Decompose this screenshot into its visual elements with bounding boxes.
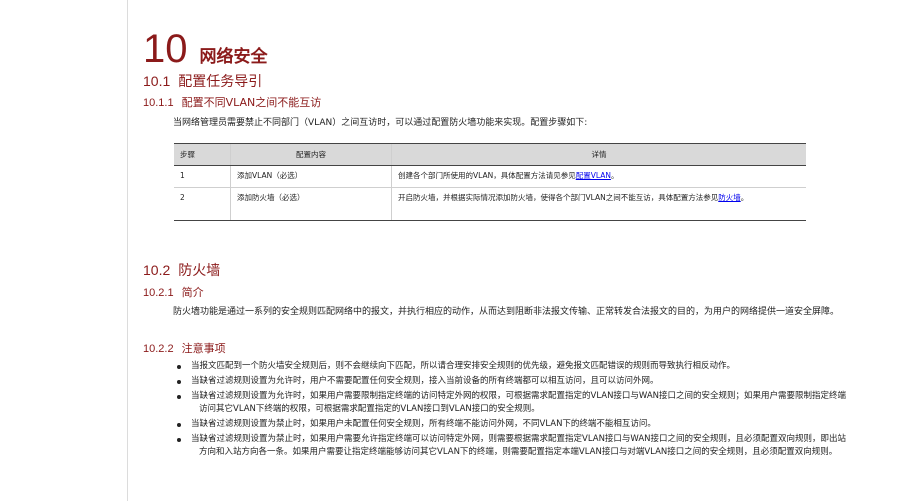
subsection-number: 10.2.2: [143, 343, 174, 355]
table-cell-detail: 创建各个部门所使用的VLAN，具体配置方法请见参见配置VLAN。: [391, 165, 806, 188]
intro-body-paragraph: 防火墙功能是通过一系列的安全规则匹配网络中的报文，并执行相应的动作，从而达到阻断…: [173, 307, 840, 317]
chapter-heading: 10 网络安全: [143, 26, 268, 72]
firewall-link[interactable]: 防火墙: [718, 193, 741, 202]
detail-text: 开启防火墙，并根据实际情况添加防火墙，使得各个部门VLAN之间不能互访，具体配置…: [398, 193, 719, 202]
table-header-row: 步骤 配置内容 详情: [174, 143, 806, 166]
bullet-icon: [177, 423, 181, 427]
vlan-config-link[interactable]: 配置VLAN: [576, 171, 611, 180]
table-cell-detail: 开启防火墙，并根据实际情况添加防火墙，使得各个部门VLAN之间不能互访，具体配置…: [391, 187, 806, 221]
list-item: 当缺省过滤规则设置为禁止时，如果用户未配置任何安全规则，所有终端不能访问外网，不…: [173, 418, 853, 431]
note-text: 当缺省过滤规则设置为禁止时，如果用户需要允许指定终端可以访问特定外网，则需要根据…: [191, 434, 847, 457]
detail-tail: 。: [610, 171, 619, 180]
note-text: 当缺省过滤规则设置为允许时，用户不需要配置任何安全规则，接入当前设备的所有终端都…: [191, 376, 659, 386]
section-heading-10-2: 10.2 防火墙: [143, 261, 220, 280]
subsection-heading-10-2-2: 10.2.2 注意事项: [143, 342, 226, 356]
table-header-content: 配置内容: [230, 143, 392, 166]
subsection-heading-10-1-1: 10.1.1 配置不同VLAN之间不能互访: [143, 96, 321, 110]
bullet-icon: [177, 365, 181, 369]
intro-paragraph: 当网络管理员需要禁止不同部门（VLAN）之间互访时，可以通过配置防火墙功能来实现…: [173, 118, 588, 128]
left-margin-panel: [0, 0, 128, 501]
notes-list: 当报文匹配到一个防火墙安全规则后，则不会继续向下匹配，所以请合理安排安全规则的优…: [173, 360, 853, 461]
table-cell-content: 添加VLAN（必选）: [230, 165, 392, 188]
subsection-number: 10.1.1: [143, 97, 174, 109]
subsection-number: 10.2.1: [143, 287, 174, 299]
section-number: 10.1: [143, 73, 171, 89]
table-cell-step: 2: [174, 187, 231, 221]
table-row: 2 添加防火墙（必选） 开启防火墙，并根据实际情况添加防火墙，使得各个部门VLA…: [174, 187, 806, 221]
table-header-detail: 详情: [391, 143, 806, 166]
section-title: 配置任务导引: [178, 74, 263, 90]
list-item: 当缺省过滤规则设置为禁止时，如果用户需要允许指定终端可以访问特定外网，则需要根据…: [173, 433, 853, 459]
section-title: 防火墙: [178, 263, 221, 279]
detail-tail: 。: [740, 193, 749, 202]
subsection-heading-10-2-1: 10.2.1 简介: [143, 286, 204, 300]
list-item: 当缺省过滤规则设置为允许时，用户不需要配置任何安全规则，接入当前设备的所有终端都…: [173, 375, 853, 388]
note-text: 当缺省过滤规则设置为允许时，如果用户需要限制指定终端的访问特定外网的权限，可根据…: [191, 391, 847, 414]
chapter-number: 10: [143, 27, 188, 71]
table-cell-step: 1: [174, 165, 231, 188]
table-header-step: 步骤: [174, 143, 231, 166]
list-item: 当缺省过滤规则设置为允许时，如果用户需要限制指定终端的访问特定外网的权限，可根据…: [173, 390, 853, 416]
subsection-title: 简介: [181, 286, 204, 299]
section-number: 10.2: [143, 262, 171, 278]
table-cell-content: 添加防火墙（必选）: [230, 187, 392, 221]
config-steps-table: 步骤 配置内容 详情 1 添加VLAN（必选） 创建各个部门所使用的VLAN，具…: [174, 143, 806, 221]
note-text: 当报文匹配到一个防火墙安全规则后，则不会继续向下匹配，所以请合理安排安全规则的优…: [191, 361, 736, 371]
detail-text: 创建各个部门所使用的VLAN，具体配置方法请见参见: [398, 171, 576, 180]
chapter-title: 网络安全: [199, 47, 268, 67]
subsection-title: 注意事项: [181, 342, 226, 355]
bullet-icon: [177, 380, 181, 384]
section-heading-10-1: 10.1 配置任务导引: [143, 72, 262, 91]
subsection-title: 配置不同VLAN之间不能互访: [181, 96, 322, 109]
bullet-icon: [177, 438, 181, 442]
bullet-icon: [177, 395, 181, 399]
table-row: 1 添加VLAN（必选） 创建各个部门所使用的VLAN，具体配置方法请见参见配置…: [174, 165, 806, 188]
list-item: 当报文匹配到一个防火墙安全规则后，则不会继续向下匹配，所以请合理安排安全规则的优…: [173, 360, 853, 373]
note-text: 当缺省过滤规则设置为禁止时，如果用户未配置任何安全规则，所有终端不能访问外网，不…: [191, 419, 656, 429]
